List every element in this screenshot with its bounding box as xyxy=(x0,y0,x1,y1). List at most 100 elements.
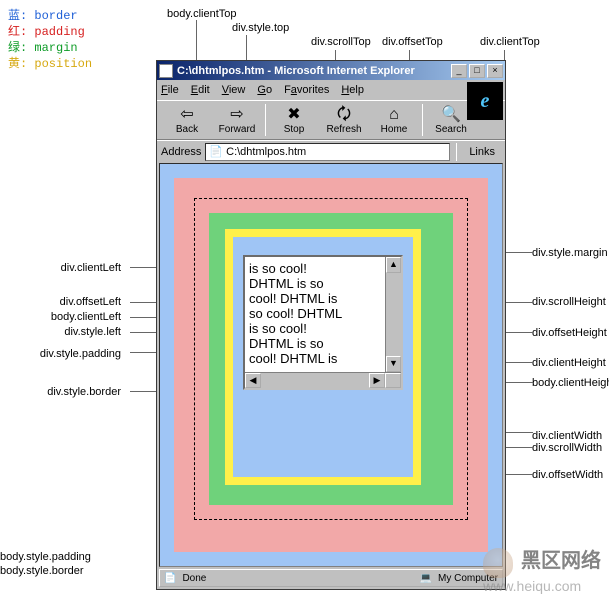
scroll-up-icon[interactable]: ▲ xyxy=(502,164,503,178)
menu-go[interactable]: Go xyxy=(257,84,272,96)
refresh-icon: 🗘 xyxy=(337,106,351,124)
links-button[interactable]: Links xyxy=(463,146,501,158)
computer-icon: 💻 xyxy=(420,573,432,584)
label-div-style-margin: div.style.margin xyxy=(532,247,608,259)
maximize-button[interactable]: □ xyxy=(469,64,485,78)
legend-position-cn: 黄: xyxy=(8,57,27,71)
content-line: cool! DHTML is xyxy=(249,291,397,306)
scroll-left-icon[interactable]: ◀ xyxy=(245,373,261,388)
label-div-style-padding: div.style.padding xyxy=(40,348,121,360)
ie-logo-icon: e xyxy=(481,90,490,113)
address-input[interactable]: 📄 C:\dhtmlpos.htm xyxy=(205,143,450,161)
close-button[interactable]: × xyxy=(487,64,503,78)
label-body-clientleft: body.clientLeft xyxy=(51,311,121,323)
menubar: File Edit View Go Favorites Help xyxy=(157,80,505,100)
legend-border-en: border xyxy=(34,9,77,23)
label-div-clientheight: div.clientHeight xyxy=(532,357,606,369)
div-scrollbar-horizontal[interactable]: ◀ ▶ xyxy=(245,372,401,388)
window-title: C:\dhtmlpos.htm - Microsoft Internet Exp… xyxy=(177,65,451,77)
toolbar-separator xyxy=(456,143,457,161)
page-icon: 📄 xyxy=(209,145,223,158)
stop-label: Stop xyxy=(284,124,305,135)
scroll-up-icon[interactable]: ▲ xyxy=(386,257,401,273)
watermark-brand: 黑区网络 xyxy=(521,550,601,572)
watermark-url: www.heiqu.com xyxy=(483,578,581,594)
label-body-clienttop: body.clientTop xyxy=(167,8,237,20)
legend-padding-cn: 红: xyxy=(8,25,27,39)
home-icon: ⌂ xyxy=(389,106,399,124)
viewport: ▲ ▼ is so cool! DHTML is so cool! xyxy=(159,163,503,567)
back-label: Back xyxy=(176,124,198,135)
scroll-down-icon[interactable]: ▼ xyxy=(386,356,401,372)
back-icon: ⇦ xyxy=(180,106,193,124)
label-div-offsetwidth: div.offsetWidth xyxy=(532,469,603,481)
div-border-region: is so cool! DHTML is so cool! DHTML is s… xyxy=(209,213,453,505)
content-line: so cool! DHTML xyxy=(249,306,397,321)
refresh-button[interactable]: 🗘Refresh xyxy=(320,106,368,135)
forward-icon: ⇨ xyxy=(230,106,243,124)
menu-view[interactable]: View xyxy=(222,84,246,96)
forward-label: Forward xyxy=(219,124,256,135)
div-content-box: is so cool! DHTML is so cool! DHTML is s… xyxy=(243,255,403,390)
stop-button[interactable]: ✖Stop xyxy=(270,106,318,135)
label-body-style-padding: body.style.padding xyxy=(0,551,91,563)
toolbar: ⇦Back ⇨Forward ✖Stop 🗘Refresh ⌂Home 🔍Sea… xyxy=(157,100,505,140)
forward-button[interactable]: ⇨Forward xyxy=(213,106,261,135)
content-line: DHTML is so xyxy=(249,336,397,351)
div-padding-region: is so cool! DHTML is so cool! DHTML is s… xyxy=(233,237,413,477)
div-position-region: is so cool! DHTML is so cool! DHTML is s… xyxy=(225,229,421,485)
app-icon xyxy=(159,64,173,78)
browser-logo: e xyxy=(467,82,503,120)
menu-help[interactable]: Help xyxy=(341,84,364,96)
address-value: C:\dhtmlpos.htm xyxy=(226,146,306,158)
label-div-style-border: div.style.border xyxy=(47,386,121,398)
content-line: DHTML is so xyxy=(249,276,397,291)
address-bar: Address 📄 C:\dhtmlpos.htm Links xyxy=(157,140,505,162)
back-button[interactable]: ⇦Back xyxy=(163,106,211,135)
color-legend: 蓝: border 红: padding 绿: margin 黄: positi… xyxy=(8,8,92,72)
scrollbar-track[interactable] xyxy=(261,373,369,388)
label-div-offsetheight: div.offsetHeight xyxy=(532,327,607,339)
status-text: Done xyxy=(182,573,206,584)
label-body-style-border: body.style.border xyxy=(0,565,84,577)
label-div-clientleft: div.clientLeft xyxy=(61,262,121,274)
menu-favorites[interactable]: Favorites xyxy=(284,84,329,96)
body-border-region: ▲ ▼ is so cool! DHTML is so cool! xyxy=(160,164,502,566)
div-margin-region: is so cool! DHTML is so cool! DHTML is s… xyxy=(194,198,468,520)
legend-margin-en: margin xyxy=(34,41,77,55)
titlebar[interactable]: C:\dhtmlpos.htm - Microsoft Internet Exp… xyxy=(157,61,505,80)
content-line: is so cool! xyxy=(249,321,397,336)
legend-border-cn: 蓝: xyxy=(8,9,27,23)
label-div-offsetleft: div.offsetLeft xyxy=(60,296,121,308)
legend-padding-en: padding xyxy=(34,25,84,39)
content-line: cool! DHTML is xyxy=(249,351,397,366)
content-text: is so cool! DHTML is so cool! DHTML is s… xyxy=(245,257,401,388)
browser-window: C:\dhtmlpos.htm - Microsoft Internet Exp… xyxy=(156,60,506,590)
home-label: Home xyxy=(381,124,408,135)
watermark: 黑区网络 www.heiqu.com xyxy=(483,544,601,594)
label-div-clienttop: div.clientTop xyxy=(480,36,540,48)
statusbar: 📄 Done 💻 My Computer xyxy=(159,569,503,587)
menu-file[interactable]: File xyxy=(161,84,179,96)
toolbar-separator xyxy=(265,104,266,136)
stop-icon: ✖ xyxy=(287,106,300,124)
legend-position-en: position xyxy=(34,57,92,71)
home-button[interactable]: ⌂Home xyxy=(370,106,418,135)
search-icon: 🔍 xyxy=(441,106,461,124)
mushroom-icon xyxy=(483,548,513,578)
search-label: Search xyxy=(435,124,467,135)
minimize-button[interactable]: _ xyxy=(451,64,467,78)
label-div-style-top: div.style.top xyxy=(232,22,289,34)
body-padding-region: is so cool! DHTML is so cool! DHTML is s… xyxy=(174,178,488,552)
label-div-style-left: div.style.left xyxy=(64,326,121,338)
scroll-right-icon[interactable]: ▶ xyxy=(369,373,385,388)
label-div-offsettop: div.offsetTop xyxy=(382,36,443,48)
label-div-scrollwidth: div.scrollWidth xyxy=(532,442,602,454)
body-scrollbar-vertical[interactable]: ▲ ▼ xyxy=(502,164,503,566)
address-label: Address xyxy=(161,146,201,158)
content-line: is so cool! xyxy=(249,261,397,276)
scrollbar-corner xyxy=(385,373,401,388)
div-scrollbar-vertical[interactable]: ▲ ▼ xyxy=(385,257,401,372)
menu-edit[interactable]: Edit xyxy=(191,84,210,96)
label-body-clientheight: body.clientHeight xyxy=(532,377,609,389)
